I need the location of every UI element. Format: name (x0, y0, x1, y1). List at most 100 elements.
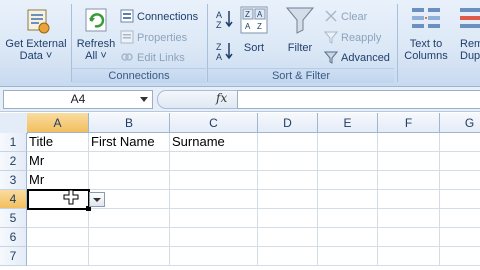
cell-d3[interactable] (258, 171, 318, 190)
cell-a7[interactable] (27, 247, 89, 266)
reapply-button[interactable]: Reapply (323, 29, 382, 47)
properties-icon (120, 30, 134, 44)
sort-za-button[interactable]: ZA (214, 40, 236, 62)
connections-button[interactable]: Connections (120, 8, 198, 26)
cell-c5[interactable] (170, 209, 258, 228)
cell-d7[interactable] (258, 247, 318, 266)
formula-input[interactable] (237, 90, 480, 109)
cell-g5[interactable] (440, 209, 480, 228)
row-header-1[interactable]: 1 (0, 133, 27, 152)
edit-links-button[interactable]: Edit Links (120, 49, 185, 67)
cell-d6[interactable] (258, 228, 318, 247)
properties-label: Properties (137, 32, 188, 44)
column-header-e[interactable]: E (318, 113, 378, 133)
cell-e7[interactable] (318, 247, 378, 266)
cell-c6[interactable] (170, 228, 258, 247)
connections-icon (120, 9, 134, 23)
cell-e4[interactable] (318, 190, 378, 209)
cell-d1[interactable] (258, 133, 318, 152)
active-cell-a4[interactable] (27, 189, 90, 210)
advanced-button[interactable]: Advanced (323, 49, 390, 67)
text-to-columns-icon (410, 4, 442, 36)
cell-b1[interactable]: First Name (89, 133, 170, 152)
cell-g4[interactable] (440, 190, 480, 209)
cell-f6[interactable] (378, 228, 440, 247)
cell-d5[interactable] (258, 209, 318, 228)
cell-b3[interactable] (89, 171, 170, 190)
select-all-corner[interactable] (0, 113, 28, 134)
cell-d2[interactable] (258, 152, 318, 171)
cell-f1[interactable] (378, 133, 440, 152)
connections-label: Connections (137, 11, 199, 23)
text-to-columns-button[interactable]: Text to Columns (404, 4, 448, 62)
database-icon (20, 4, 52, 36)
row-header-3[interactable]: 3 (0, 171, 27, 190)
remove-duplicates-icon (458, 4, 480, 36)
cell-g6[interactable] (440, 228, 480, 247)
cell-g7[interactable] (440, 247, 480, 266)
edit-links-icon (120, 50, 134, 64)
cell-a6[interactable] (27, 228, 89, 247)
svg-text:A: A (216, 10, 222, 20)
cell-f5[interactable] (378, 209, 440, 228)
filter-button[interactable]: Filter (282, 4, 318, 54)
sort-az-button[interactable]: AZ (214, 8, 236, 30)
cell-a1[interactable]: Title (27, 133, 89, 152)
cell-c3[interactable] (170, 171, 258, 190)
paste-options-icon[interactable] (89, 192, 105, 207)
cell-f4[interactable] (378, 190, 440, 209)
cell-e2[interactable] (318, 152, 378, 171)
insert-function-icon[interactable]: fx (216, 91, 227, 105)
row-header-7[interactable]: 7 (0, 247, 27, 266)
sort-descending-icon: ZA (214, 42, 236, 65)
column-header-b[interactable]: B (89, 113, 170, 133)
clear-button[interactable]: Clear (324, 8, 367, 26)
cell-g2[interactable] (440, 152, 480, 171)
column-header-c[interactable]: C (170, 113, 258, 133)
cell-a2[interactable]: Mr (27, 152, 89, 171)
cell-e3[interactable] (318, 171, 378, 190)
cell-c2[interactable] (170, 152, 258, 171)
cell-d4[interactable] (258, 190, 318, 209)
remove-duplicates-button[interactable]: Rem Dupli (454, 4, 480, 62)
cell-e1[interactable] (318, 133, 378, 152)
cell-f2[interactable] (378, 152, 440, 171)
row-header-5[interactable]: 5 (0, 209, 27, 228)
cell-c1[interactable]: Surname (170, 133, 258, 152)
cell-g3[interactable] (440, 171, 480, 190)
cell-b7[interactable] (89, 247, 170, 266)
cell-b2[interactable] (89, 152, 170, 171)
cell-e6[interactable] (318, 228, 378, 247)
cell-a5[interactable] (27, 209, 89, 228)
remove-duplicates-label-1: Rem (460, 38, 480, 50)
connections-group-label: Connections (72, 68, 206, 83)
cell-g1[interactable] (440, 133, 480, 152)
reapply-label: Reapply (341, 32, 382, 44)
filter-label: Filter (287, 42, 313, 54)
name-box[interactable]: A4 (3, 90, 153, 109)
cell-c7[interactable] (170, 247, 258, 266)
column-header-f[interactable]: F (378, 113, 440, 133)
get-external-data-button[interactable]: Get External Data ˅ (2, 4, 70, 62)
row-header-4[interactable]: 4 (0, 190, 27, 209)
column-header-a[interactable]: A (27, 113, 89, 133)
edit-links-label: Edit Links (137, 52, 185, 64)
column-header-d[interactable]: D (258, 113, 318, 133)
cell-a3[interactable]: Mr (27, 171, 89, 190)
cell-c4[interactable] (170, 190, 258, 209)
get-external-data-label-1: Get External (5, 38, 67, 50)
row-header-2[interactable]: 2 (0, 152, 27, 171)
sort-filter-group-label: Sort & Filter (208, 68, 394, 83)
cell-b6[interactable] (89, 228, 170, 247)
cell-b5[interactable] (89, 209, 170, 228)
sort-button[interactable]: Z A A Z Sort (238, 4, 270, 54)
refresh-all-button[interactable]: Refresh All ˅ (74, 4, 118, 62)
cell-f7[interactable] (378, 247, 440, 266)
name-box-dropdown-icon[interactable] (140, 97, 148, 102)
cell-e5[interactable] (318, 209, 378, 228)
row-header-6[interactable]: 6 (0, 228, 27, 247)
cell-f3[interactable] (378, 171, 440, 190)
text-to-columns-label-2: Columns (404, 50, 448, 62)
properties-button[interactable]: Properties (120, 29, 187, 47)
column-header-g[interactable]: G (440, 113, 480, 133)
